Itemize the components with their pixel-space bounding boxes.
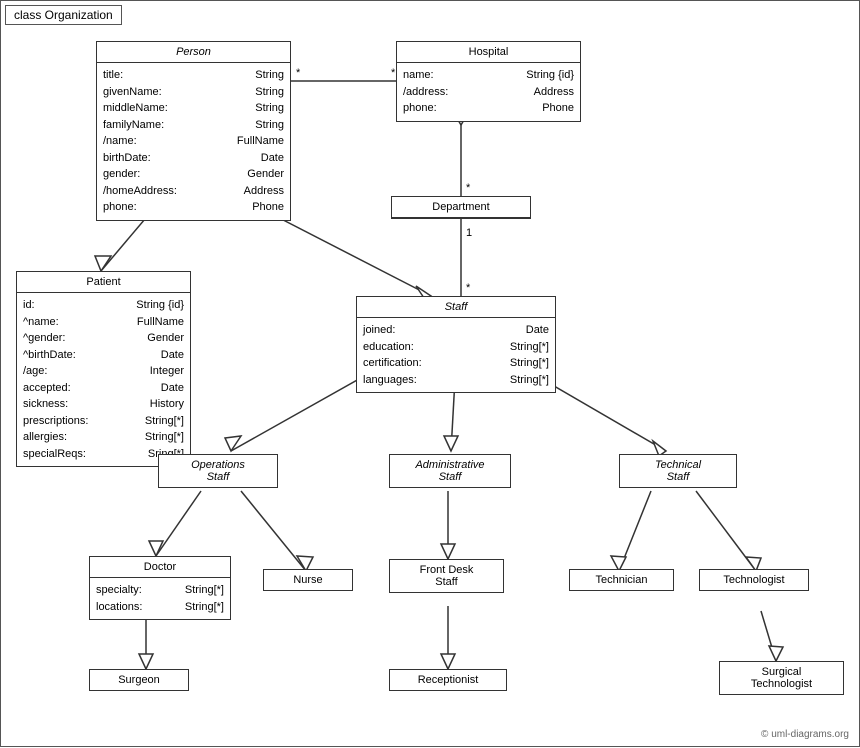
svg-text:1: 1 <box>466 227 472 239</box>
class-tech-staff-header: TechnicalStaff <box>620 455 736 487</box>
class-surgeon: Surgeon <box>89 669 189 691</box>
class-technologist-header: Technologist <box>700 570 808 590</box>
class-admin-staff: AdministrativeStaff <box>389 454 511 488</box>
svg-text:*: * <box>466 282 471 294</box>
class-front-desk: Front DeskStaff <box>389 559 504 593</box>
class-nurse-header: Nurse <box>264 570 352 590</box>
class-person-body: title:String givenName:String middleName… <box>97 63 290 220</box>
class-person-header: Person <box>97 42 290 63</box>
class-hospital-body: name:String {id} /address:Address phone:… <box>397 63 580 121</box>
class-operations-staff: OperationsStaff <box>158 454 278 488</box>
class-admin-staff-header: AdministrativeStaff <box>390 455 510 487</box>
class-department: Department <box>391 196 531 219</box>
class-doctor: Doctor specialty:String[*] locations:Str… <box>89 556 231 620</box>
class-doctor-header: Doctor <box>90 557 230 578</box>
class-patient-header: Patient <box>17 272 190 293</box>
class-patient: Patient id:String {id} ^name:FullName ^g… <box>16 271 191 467</box>
class-technologist: Technologist <box>699 569 809 591</box>
class-hospital: Hospital name:String {id} /address:Addre… <box>396 41 581 122</box>
class-technician-header: Technician <box>570 570 673 590</box>
class-patient-body: id:String {id} ^name:FullName ^gender:Ge… <box>17 293 190 466</box>
class-surgical-tech-header: SurgicalTechnologist <box>720 662 843 694</box>
class-ops-staff-header: OperationsStaff <box>159 455 277 487</box>
class-front-desk-header: Front DeskStaff <box>390 560 503 592</box>
class-receptionist-header: Receptionist <box>390 670 506 690</box>
class-department-header: Department <box>392 197 530 218</box>
class-tech-staff: TechnicalStaff <box>619 454 737 488</box>
class-staff-body: joined:Date education:String[*] certific… <box>357 318 555 392</box>
class-staff-header: Staff <box>357 297 555 318</box>
class-person: Person title:String givenName:String mid… <box>96 41 291 221</box>
class-technician: Technician <box>569 569 674 591</box>
svg-text:*: * <box>466 182 471 194</box>
class-hospital-header: Hospital <box>397 42 580 63</box>
svg-text:*: * <box>296 67 301 79</box>
class-staff: Staff joined:Date education:String[*] ce… <box>356 296 556 393</box>
class-surgical-tech: SurgicalTechnologist <box>719 661 844 695</box>
class-nurse: Nurse <box>263 569 353 591</box>
diagram-title: class Organization <box>5 5 122 25</box>
diagram-container: class Organization * * 1 * 1 * * * <box>0 0 860 747</box>
class-receptionist: Receptionist <box>389 669 507 691</box>
class-surgeon-header: Surgeon <box>90 670 188 690</box>
class-doctor-body: specialty:String[*] locations:String[*] <box>90 578 230 619</box>
copyright: © uml-diagrams.org <box>761 729 849 740</box>
